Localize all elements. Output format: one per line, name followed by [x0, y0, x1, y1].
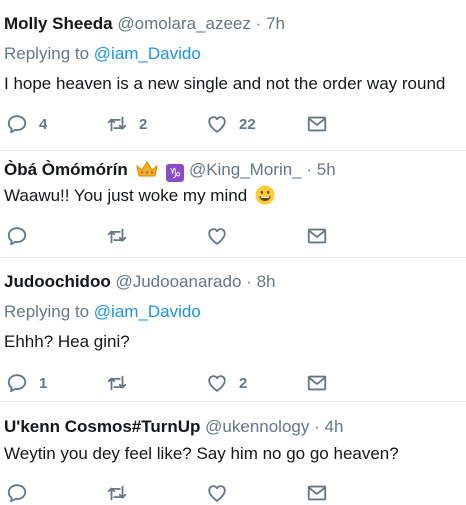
heart-icon [206, 372, 228, 394]
envelope-icon [306, 225, 328, 247]
tweet-header: Molly Sheeda @omolara_azeez · 7h [4, 13, 285, 35]
like-button[interactable] [206, 482, 228, 504]
tweet-actions: 1 2 [0, 372, 466, 394]
tweet-text: Weytin you dey feel like? Say him no go … [4, 444, 399, 463]
crown-icon [136, 161, 159, 183]
retweet-icon [106, 225, 128, 247]
heart-icon [206, 113, 228, 135]
retweet-button[interactable] [106, 372, 128, 394]
tweet-4[interactable]: U'kenn Cosmos#TurnUp @ukennology · 4h We… [0, 402, 466, 505]
reply-icon [6, 113, 28, 135]
direct-message-button[interactable] [306, 372, 328, 394]
tweet-text: I hope heaven is a new single and not th… [4, 74, 446, 93]
envelope-icon [306, 113, 328, 135]
replying-to-prefix: Replying to [4, 44, 94, 63]
retweet-button[interactable]: 2 [106, 113, 147, 135]
tweet-actions [0, 482, 466, 504]
grinning-face-icon [255, 185, 275, 211]
reply-button[interactable] [6, 225, 28, 247]
author-name[interactable]: Òbá Òmómórín [4, 160, 128, 179]
reply-count: 4 [39, 115, 48, 133]
replying-to: Replying to @iam_Davido [4, 43, 201, 65]
separator-dot: · [314, 417, 320, 436]
replying-to: Replying to @iam_Davido [4, 301, 201, 323]
timestamp[interactable]: 8h [257, 272, 276, 291]
envelope-icon [306, 372, 328, 394]
replying-to-link[interactable]: @iam_Davido [94, 44, 201, 63]
tweet-actions: 4 2 22 [0, 113, 466, 135]
reply-count: 1 [39, 374, 48, 392]
reply-icon [6, 482, 28, 504]
tweet-header: U'kenn Cosmos#TurnUp @ukennology · 4h [4, 416, 343, 438]
tweet-3[interactable]: Judoochidoo @Judooanarado · 8h Replying … [0, 258, 466, 400]
direct-message-button[interactable] [306, 113, 328, 135]
tweet-text-content: Waawu!! You just woke my mind [4, 186, 248, 205]
author-name[interactable]: U'kenn Cosmos#TurnUp [4, 417, 200, 436]
retweet-count: 2 [139, 115, 148, 133]
direct-message-button[interactable] [306, 225, 328, 247]
replying-to-link[interactable]: @iam_Davido [94, 302, 201, 321]
tweet-header: Òbá Òmómórín ♑ @King_Morin_ · 5h [4, 159, 336, 183]
like-button[interactable] [206, 225, 228, 247]
capricorn-icon: ♑ [166, 164, 185, 182]
retweet-icon [106, 482, 128, 504]
tweet-header: Judoochidoo @Judooanarado · 8h [4, 271, 275, 293]
separator-dot: · [246, 272, 252, 291]
reply-button[interactable] [6, 482, 28, 504]
tweet-2[interactable]: Òbá Òmómórín ♑ @King_Morin_ · 5h Waawu!!… [0, 151, 466, 256]
author-handle[interactable]: @omolara_azeez [117, 14, 251, 33]
separator-dot: · [255, 14, 262, 33]
author-name[interactable]: Judoochidoo [4, 272, 111, 291]
tweet-actions [0, 225, 466, 247]
retweet-button[interactable] [106, 482, 128, 504]
author-handle[interactable]: @King_Morin_ [189, 160, 302, 179]
retweet-icon [106, 372, 128, 394]
author-name[interactable]: Molly Sheeda [4, 14, 113, 33]
like-count: 2 [239, 374, 248, 392]
timestamp[interactable]: 4h [325, 417, 344, 436]
reply-icon [6, 372, 28, 394]
heart-icon [206, 225, 228, 247]
tweet-1[interactable]: Molly Sheeda @omolara_azeez · 7h Replyin… [0, 0, 466, 150]
direct-message-button[interactable] [306, 482, 328, 504]
heart-icon [206, 482, 228, 504]
like-count: 22 [239, 115, 256, 133]
reply-icon [6, 225, 28, 247]
author-handle[interactable]: @ukennology [205, 417, 309, 436]
like-button[interactable]: 22 [206, 113, 256, 135]
tweet-text: Waawu!! You just woke my mind [4, 185, 275, 211]
retweet-button[interactable] [106, 225, 128, 247]
retweet-icon [106, 113, 128, 135]
author-handle[interactable]: @Judooanarado [115, 272, 241, 291]
replying-to-prefix: Replying to [4, 302, 94, 321]
separator-dot: · [306, 160, 313, 179]
timestamp[interactable]: 5h [317, 160, 336, 179]
reply-button[interactable]: 1 [6, 372, 47, 394]
like-button[interactable]: 2 [206, 372, 247, 394]
timestamp[interactable]: 7h [266, 14, 285, 33]
tweet-text: Ehhh? Hea gini? [4, 332, 130, 351]
envelope-icon [306, 482, 328, 504]
reply-button[interactable]: 4 [6, 113, 47, 135]
